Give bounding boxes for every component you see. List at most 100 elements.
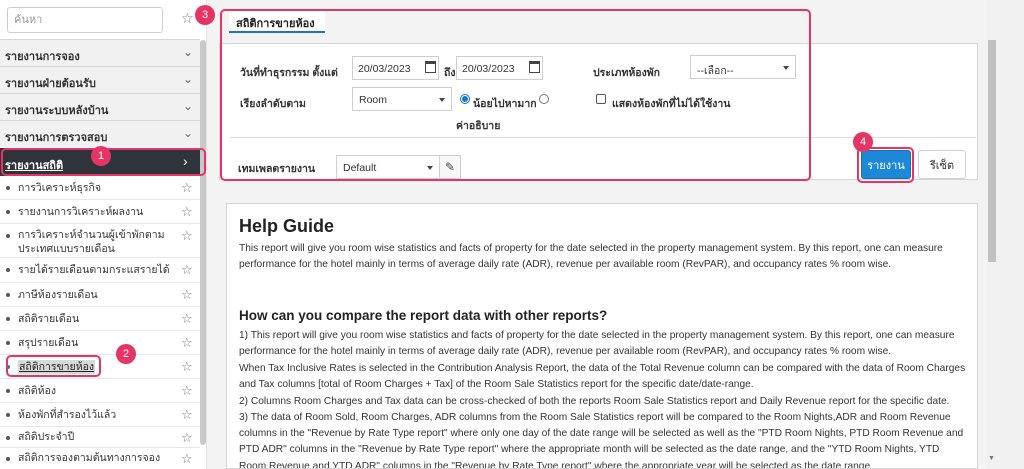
star-icon[interactable]: ☆ xyxy=(181,408,193,421)
chevron-down-icon xyxy=(439,98,445,102)
sidebar-item-label: รายได้รายเดือนตามกระแสรายได้ xyxy=(18,264,170,276)
main-content: สถิติการขายห้อง วันที่ทำธุรกรรม ตั้งแต่ … xyxy=(207,0,987,469)
star-icon[interactable]: ☆ xyxy=(181,263,193,276)
sidebar-item-guest-country-monthly[interactable]: การวิเคราะห์จำนวนผู้เข้าพักตามประเทศแบบร… xyxy=(0,224,200,258)
template-select[interactable]: Default xyxy=(336,155,440,179)
sidebar-item-room-statistics[interactable]: สถิติห้อง ☆ xyxy=(0,379,200,403)
sidebar-item-label: ห้องพักที่สำรองไว้แล้ว xyxy=(18,409,117,421)
date-to-value: 20/03/2023 xyxy=(462,63,515,75)
sidebar-section-audit[interactable]: รายงานการตรวจสอบ ⌄ xyxy=(0,120,200,147)
sidebar-item-annual-statistics[interactable]: สถิติประจำปี ☆ xyxy=(0,427,200,448)
sidebar-item-monthly-room-tax[interactable]: ภาษีห้องรายเดือน ☆ xyxy=(0,283,200,307)
sidebar-section-front-desk[interactable]: รายงานฝ่ายต้อนรับ ⌄ xyxy=(0,66,200,93)
sidebar-item-label: สถิติการขายห้อง xyxy=(18,360,96,374)
chevron-down-icon: ⌄ xyxy=(183,126,194,140)
room-type-select[interactable]: --เลือก-- xyxy=(690,55,796,79)
help-guide: Help Guide This report will give you roo… xyxy=(226,203,978,469)
bullet-icon xyxy=(6,389,10,393)
sort-value: Room xyxy=(359,94,388,106)
sidebar-scrollbar[interactable] xyxy=(200,40,206,445)
annotation-badge-2: 2 xyxy=(116,344,136,364)
sidebar-item-label: สถิติการจองตามต้นทางการจอง xyxy=(18,452,161,464)
star-icon[interactable]: ☆ xyxy=(181,336,193,349)
date-range-label: วันที่ทำธุรกรรม ตั้งแต่ xyxy=(240,67,338,79)
sidebar-item-label: สถิติห้อง xyxy=(18,385,56,397)
template-label: เทมเพลตรายงาน xyxy=(238,163,316,175)
bullet-icon xyxy=(6,268,10,272)
sort-order-radio-off[interactable] xyxy=(539,94,549,104)
star-icon[interactable]: ☆ xyxy=(181,452,193,465)
star-icon[interactable]: ☆ xyxy=(181,11,194,25)
sidebar-item-monthly-revenue-stream[interactable]: รายได้รายเดือนตามกระแสรายได้ ☆ xyxy=(0,258,200,283)
sidebar-item-label: สรุปรายเดือน xyxy=(18,337,79,349)
tab-room-sale-statistics[interactable]: สถิติการขายห้อง xyxy=(229,9,325,33)
bullet-icon xyxy=(6,210,10,214)
sidebar-section-back-office[interactable]: รายงานระบบหลังบ้าน ⌄ xyxy=(0,93,200,120)
sidebar-item-booking-source-statistics[interactable]: สถิติการจองตามต้นทางการจอง ☆ xyxy=(0,448,200,469)
bullet-icon xyxy=(6,457,10,461)
help-paragraph-4: 3) The data of Room Sold, Room Charges, … xyxy=(239,412,964,469)
page-scrollbar[interactable]: ▼ xyxy=(987,0,1024,469)
star-icon[interactable]: ☆ xyxy=(181,205,193,218)
sidebar-item-performance-analysis[interactable]: รายงานการวิเคราะห์ผลงาน ☆ xyxy=(0,200,200,224)
star-icon[interactable]: ☆ xyxy=(181,431,193,444)
annotation-badge-1: 1 xyxy=(91,146,111,166)
calendar-icon[interactable] xyxy=(529,61,540,73)
sidebar-section-label: รายงานฝ่ายต้อนรับ xyxy=(5,78,96,90)
help-paragraph-3: 2) Columns Room Charges and Tax data can… xyxy=(239,396,950,407)
bullet-icon xyxy=(6,365,10,369)
report-button[interactable]: รายงาน xyxy=(861,150,911,179)
sort-select[interactable]: Room xyxy=(352,87,452,111)
sidebar-section-label: รายงานการตรวจสอบ xyxy=(5,132,108,144)
chevron-down-icon: ⌄ xyxy=(183,99,194,113)
date-to-field[interactable]: 20/03/2023 xyxy=(456,56,543,80)
chevron-down-icon xyxy=(427,166,433,170)
chevron-down-icon xyxy=(783,66,789,70)
tab-label: สถิติการขายห้อง xyxy=(236,18,315,30)
sidebar-item-monthly-summary[interactable]: สรุปรายเดือน ☆ xyxy=(0,331,200,355)
chevron-down-icon: ⌄ xyxy=(183,72,194,86)
sort-order-radio-on[interactable] xyxy=(460,94,470,104)
edit-template-button[interactable]: ✎ xyxy=(439,155,461,179)
sidebar-item-label: สถิติประจำปี xyxy=(18,431,75,443)
sidebar: ☆ รายงานการจอง ⌄ รายงานฝ่ายต้อนรับ ⌄ ราย… xyxy=(0,0,207,469)
sidebar-item-business-analysis[interactable]: การวิเคราะห์ธุรกิจ ☆ xyxy=(0,176,200,200)
help-title: Help Guide xyxy=(239,216,335,236)
search-input[interactable] xyxy=(8,8,162,32)
star-icon[interactable]: ☆ xyxy=(181,360,193,373)
help-paragraph-1: 1) This report will give you room wise s… xyxy=(239,330,955,358)
show-unused-checkbox[interactable] xyxy=(596,94,606,104)
sidebar-item-reserved-rooms[interactable]: ห้องพักที่สำรองไว้แล้ว ☆ xyxy=(0,403,200,427)
sidebar-item-label: การวิเคราะห์จำนวนผู้เข้าพักตามประเทศแบบร… xyxy=(18,229,165,255)
sort-label: เรียงลำดับตาม xyxy=(240,98,306,110)
template-value: Default xyxy=(343,162,377,174)
star-icon[interactable]: ☆ xyxy=(181,288,193,301)
help-intro: This report will give you room wise stat… xyxy=(239,243,943,271)
bullet-icon xyxy=(6,436,10,440)
bullet-icon xyxy=(6,234,10,238)
sidebar-section-booking[interactable]: รายงานการจอง ⌄ xyxy=(0,39,200,66)
star-icon[interactable]: ☆ xyxy=(181,181,193,194)
date-from-field[interactable]: 20/03/2023 xyxy=(352,56,439,80)
annotation-badge-4: 4 xyxy=(853,132,873,152)
help-subtitle: How can you compare the report data with… xyxy=(239,308,608,323)
sidebar-item-room-sale-statistics[interactable]: สถิติการขายห้อง ☆ xyxy=(0,355,200,379)
sidebar-section-label: รายงานระบบหลังบ้าน xyxy=(5,105,109,117)
bullet-icon xyxy=(6,317,10,321)
reset-button[interactable]: รีเซ็ต xyxy=(918,150,966,179)
star-icon[interactable]: ☆ xyxy=(181,384,193,397)
annotation-badge-3: 3 xyxy=(195,5,215,25)
room-type-label: ประเภทห้องพัก xyxy=(593,67,661,79)
bullet-icon xyxy=(6,413,10,417)
bullet-icon xyxy=(6,293,10,297)
sidebar-item-monthly-statistics[interactable]: สถิติรายเดือน ☆ xyxy=(0,307,200,331)
scrollbar-thumb[interactable] xyxy=(988,40,996,262)
edit-icon: ✎ xyxy=(445,160,456,174)
calendar-icon[interactable] xyxy=(425,61,436,73)
star-icon[interactable]: ☆ xyxy=(181,312,193,325)
star-icon[interactable]: ☆ xyxy=(181,229,193,242)
help-paragraph-2: When Tax Inclusive Rates is selected in … xyxy=(239,363,966,391)
scroll-down-icon[interactable]: ▼ xyxy=(988,455,996,462)
sidebar-section-label: รายงานสถิติ xyxy=(5,160,64,172)
room-type-value: --เลือก-- xyxy=(697,65,734,77)
